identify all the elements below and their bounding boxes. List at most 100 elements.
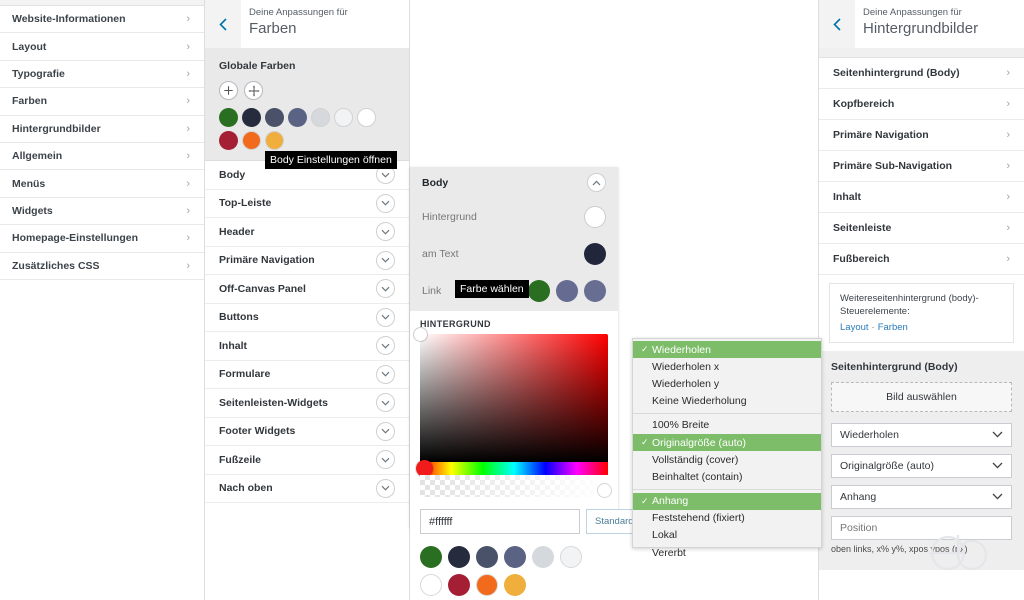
sidebar-item-widgets[interactable]: Widgets › [0,197,204,226]
chevron-down-icon[interactable] [376,421,395,441]
select-option[interactable]: Wiederholen x [633,358,821,375]
sidebar-item-label: Menüs [12,177,46,190]
saturation-handle[interactable] [414,328,427,341]
chevron-up-icon[interactable] [587,173,606,192]
body-color-row: am Text [410,235,618,272]
chevron-down-icon[interactable] [376,336,395,356]
color-accordion-label: Primäre Navigation [219,254,315,267]
select-option[interactable]: 100% Breite [633,417,821,434]
sidebar-item-homepage-einstellungen[interactable]: Homepage-Einstellungen › [0,225,204,253]
palette-swatch[interactable] [420,574,442,596]
background-item-prim-re-sub-navigation[interactable]: Primäre Sub-Navigation › [819,151,1024,182]
chevron-down-icon[interactable] [376,250,395,270]
background-options-select-menu[interactable]: ✓ Wiederholen Wiederholen x Wiederholen y Ke… [632,338,822,559]
background-item-prim-re-navigation[interactable]: Primäre Navigation › [819,120,1024,151]
palette-swatch[interactable] [476,574,498,596]
select-image-button[interactable]: Bild auswählen [831,382,1012,412]
alpha-handle[interactable] [598,484,611,497]
link-color-swatch[interactable] [584,279,606,302]
select-option[interactable]: Vererbt [633,544,821,561]
palette-swatch[interactable] [504,574,526,596]
hue-slider[interactable] [416,460,608,477]
select-option[interactable]: ✓ Anhang [633,492,821,510]
chevron-down-icon[interactable] [376,450,395,470]
chevron-down-icon[interactable] [376,393,395,413]
color-accordion-nach-oben[interactable]: Nach oben [205,474,409,503]
select-option[interactable]: Wiederholen y [633,375,821,392]
color-accordion-buttons[interactable]: Buttons [205,303,409,332]
hex-input[interactable] [420,509,580,534]
global-color-swatch[interactable] [265,108,284,127]
background-item-inhalt[interactable]: Inhalt › [819,182,1024,213]
chevron-down-icon[interactable] [376,478,395,498]
sidebar-item-website-informationen[interactable]: Website-Informationen › [0,6,204,34]
color-accordion-footer-widgets[interactable]: Footer Widgets [205,417,409,446]
move-colors-icon[interactable] [244,81,263,100]
link-color-swatch[interactable] [556,279,578,302]
sidebar-item-allgemein[interactable]: Allgemein › [0,142,204,171]
repeat-select[interactable]: Wiederholen [831,423,1012,447]
sidebar-item-hintergrundbilder[interactable]: Hintergrundbilder › [0,115,204,143]
background-item-seitenhintergrund-body[interactable]: Seitenhintergrund (Body) › [819,58,1024,89]
background-item-fu-bereich[interactable]: Fußbereich › [819,244,1024,275]
sidebar-item-farben[interactable]: Farben › [0,88,204,116]
body-settings-header[interactable]: Body [410,167,618,198]
background-item-seitenleiste[interactable]: Seitenleiste › [819,213,1024,244]
global-color-swatch[interactable] [311,108,330,127]
select-option[interactable]: Lokal [633,527,821,544]
select-option[interactable]: Keine Wiederholung [633,393,821,410]
palette-swatch[interactable] [420,546,442,568]
global-color-swatch[interactable] [242,131,261,150]
notice-link-colors[interactable]: Farben [878,322,908,333]
color-accordion-top-leiste[interactable]: Top-Leiste [205,189,409,218]
sidebar-item-typografie[interactable]: Typografie › [0,60,204,89]
chevron-down-icon[interactable] [376,364,395,384]
palette-swatch[interactable] [532,546,554,568]
back-icon[interactable] [205,0,241,48]
background-item-kopfbereich[interactable]: Kopfbereich › [819,89,1024,120]
global-color-swatch[interactable] [265,131,284,150]
select-option[interactable]: ✓ Wiederholen [633,341,821,359]
alpha-slider[interactable] [420,475,611,497]
body-settings-title: Body [422,176,449,189]
body-color-swatch[interactable] [584,242,606,265]
color-accordion-seitenleisten-widgets[interactable]: Seitenleisten-Widgets [205,389,409,418]
size-select[interactable]: Originalgröße (auto) [831,454,1012,478]
global-color-swatch[interactable] [288,108,307,127]
add-color-icon[interactable] [219,81,238,100]
select-option[interactable]: ✓ Originalgröße (auto) [633,433,821,452]
global-color-swatch[interactable] [219,108,238,127]
palette-swatch[interactable] [504,546,526,568]
color-accordion-off-canvas-panel[interactable]: Off-Canvas Panel [205,275,409,304]
global-color-swatch[interactable] [242,108,261,127]
chevron-down-icon[interactable] [376,193,395,213]
palette-swatch[interactable] [448,546,470,568]
chevron-down-icon[interactable] [376,279,395,299]
sidebar-item-men-s[interactable]: Menüs › [0,170,204,198]
global-color-swatch[interactable] [219,131,238,150]
global-color-swatch[interactable] [357,108,376,127]
sidebar-item-layout[interactable]: Layout › [0,33,204,61]
sidebar-item-zus-tzliches-css[interactable]: Zusätzliches CSS › [0,252,204,280]
global-color-swatch[interactable] [334,108,353,127]
select-option[interactable]: Beinhaltet (contain) [633,468,821,485]
color-accordion-fu-zeile[interactable]: Fußzeile [205,446,409,475]
color-accordion-formulare[interactable]: Formulare [205,360,409,389]
back-icon[interactable] [819,0,855,48]
chevron-down-icon[interactable] [376,307,395,327]
select-option[interactable]: Feststehend (fixiert) [633,510,821,527]
saturation-value-area[interactable] [414,328,608,462]
palette-swatch[interactable] [448,574,470,596]
notice-link-layout[interactable]: Layout [840,322,869,333]
link-color-swatch[interactable] [528,279,550,302]
chevron-down-icon[interactable] [376,222,395,242]
attachment-select[interactable]: Anhang [831,485,1012,509]
palette-swatch[interactable] [476,546,498,568]
color-accordion-header[interactable]: Header [205,218,409,247]
select-option[interactable]: Vollständig (cover) [633,451,821,468]
body-color-swatch[interactable] [584,205,606,228]
palette-swatch[interactable] [560,546,582,568]
color-accordion-prim-re-navigation[interactable]: Primäre Navigation [205,246,409,275]
color-accordion-label: Seitenleisten-Widgets [219,396,329,409]
color-accordion-inhalt[interactable]: Inhalt [205,332,409,361]
